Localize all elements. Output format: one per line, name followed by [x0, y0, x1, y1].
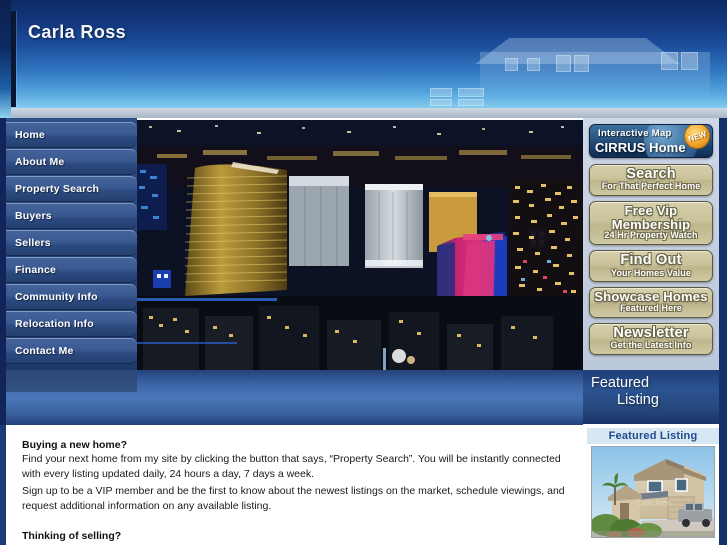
featured-heading-line1: Featured: [591, 375, 650, 391]
header-accent-bar: [11, 11, 16, 107]
sidebar-item-finance[interactable]: Finance: [6, 257, 137, 283]
main-content: Buying a new home? Find your next home f…: [0, 425, 583, 545]
house-watermark-window: [430, 99, 452, 106]
house-watermark-window: [661, 52, 678, 70]
vip-button-subtitle: 24 Hr Property Watch: [604, 230, 698, 241]
content-divider-band-left: [6, 370, 137, 392]
featured-listing-card-title: Featured Listing: [587, 428, 719, 444]
sidebar-item-about-me[interactable]: About Me: [6, 149, 137, 175]
new-badge-label: NEW: [686, 128, 708, 144]
sidebar-item-label: Relocation Info: [15, 318, 94, 330]
sidebar-item-label: Buyers: [15, 210, 52, 222]
newsletter-button[interactable]: Newsletter Get the Latest Info: [589, 322, 713, 356]
site-header: Carla Ross: [0, 0, 727, 118]
search-button-subtitle: For That Perfect Home: [601, 181, 701, 192]
free-vip-membership-button[interactable]: Free Vip Membership 24 Hr Property Watch: [589, 201, 713, 246]
vip-button-title: Free Vip Membership: [611, 203, 691, 232]
listing-photo-svg: Carla Ross: [592, 447, 714, 537]
sidebar-item-sellers[interactable]: Sellers: [6, 230, 137, 256]
cirrus-label-line1: Interactive Map: [598, 128, 672, 139]
featured-listing-photo: Carla Ross: [591, 446, 715, 538]
svg-text:Carla Ross: Carla Ross: [637, 500, 672, 507]
sidebar-item-label: Home: [15, 129, 45, 141]
hero-photo-svg: [137, 120, 583, 370]
house-watermark-window: [458, 99, 484, 106]
house-watermark-window: [458, 88, 484, 97]
sidebar-item-label: Finance: [15, 264, 57, 276]
find-out-home-value-button[interactable]: Find Out Your Homes Value: [589, 250, 713, 283]
showcase-button-title: Showcase Homes: [594, 289, 708, 305]
featured-heading-line2: Listing: [617, 391, 659, 408]
hero-photo-las-vegas-strip: [137, 120, 583, 370]
sidebar-item-buyers[interactable]: Buyers: [6, 203, 137, 229]
page-root: Carla Ross Home About Me Property Search…: [0, 0, 727, 545]
sidebar-item-relocation-info[interactable]: Relocation Info: [6, 311, 137, 337]
house-watermark-window: [574, 55, 589, 72]
sidebar-item-property-search[interactable]: Property Search: [6, 176, 137, 202]
site-title: Carla Ross: [28, 22, 127, 42]
showcase-homes-button[interactable]: Showcase Homes Featured Here: [589, 287, 713, 318]
featured-listing-panel: Featured Listing Featured Listing Carla …: [583, 370, 727, 545]
featured-listing-card[interactable]: Featured Listing Carla Ross: [587, 428, 719, 541]
sidebar-item-contact-me[interactable]: Contact Me: [6, 338, 137, 364]
sidebar-item-label: About Me: [15, 156, 65, 168]
newsletter-button-subtitle: Get the Latest Info: [610, 340, 692, 351]
search-button[interactable]: Search For That Perfect Home: [589, 164, 713, 197]
header-baseline: [11, 108, 727, 118]
sidebar-item-label: Contact Me: [15, 345, 74, 357]
left-navigation: Home About Me Property Search Buyers Sel…: [0, 118, 137, 370]
house-watermark-window: [681, 52, 698, 70]
sidebar-item-home[interactable]: Home: [6, 122, 137, 148]
sidebar-item-label: Property Search: [15, 183, 100, 195]
featured-listing-heading: Featured Listing: [583, 370, 719, 424]
find-out-button-title: Find Out: [620, 252, 682, 269]
newsletter-button-title: Newsletter: [613, 324, 689, 341]
selling-heading: Thinking of selling?: [22, 529, 122, 542]
sidebar-item-community-info[interactable]: Community Info: [6, 284, 137, 310]
buying-paragraph-2: Sign up to be a VIP member and be the fi…: [22, 484, 565, 512]
find-out-button-subtitle: Your Homes Value: [611, 267, 691, 278]
house-watermark-window: [430, 88, 452, 97]
house-watermark-window: [505, 58, 518, 71]
header-left-rail: [0, 0, 11, 118]
right-sidebar: Interactive Map CIRRUS Home Search NEW S…: [583, 118, 727, 370]
sidebar-item-label: Sellers: [15, 237, 51, 249]
house-watermark-window: [556, 55, 571, 72]
new-badge-icon: NEW: [684, 125, 710, 149]
house-watermark-window: [527, 58, 540, 71]
sidebar-item-label: Community Info: [15, 291, 98, 303]
buying-heading: Buying a new home?: [22, 439, 128, 451]
showcase-button-subtitle: Featured Here: [620, 303, 682, 314]
buying-paragraph-1: Find your next home from my site by clic…: [22, 453, 561, 480]
cirrus-home-search-button[interactable]: Interactive Map CIRRUS Home Search NEW: [589, 124, 713, 158]
search-button-title: Search: [626, 166, 676, 182]
